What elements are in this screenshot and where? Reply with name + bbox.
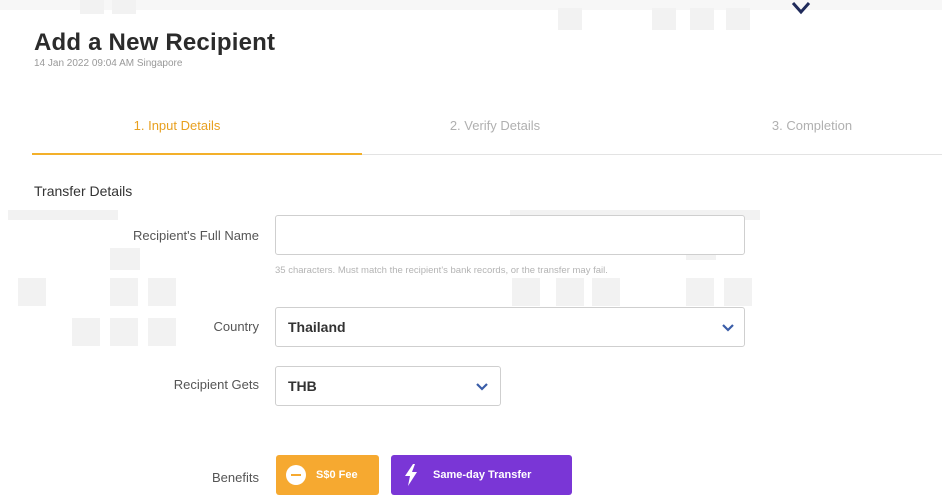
timestamp: 14 Jan 2022 09:04 AM Singapore: [34, 58, 183, 69]
placeholder-block: [592, 278, 620, 306]
page-header: Add a New Recipient 14 Jan 2022 09:04 AM…: [34, 28, 275, 70]
placeholder-block: [112, 0, 136, 14]
placeholder-block: [110, 278, 138, 306]
placeholder-block: [110, 248, 140, 270]
full-name-hint: 35 characters. Must match the recipient'…: [275, 265, 608, 276]
country-value: Thailand: [288, 319, 346, 335]
same-day-benefit-label: Same-day Transfer: [433, 469, 532, 481]
placeholder-block: [726, 8, 750, 30]
chevron-down-icon: [476, 383, 488, 391]
step-completion[interactable]: 3. Completion: [752, 118, 872, 133]
placeholder-block: [18, 278, 46, 306]
placeholder-block: [686, 278, 714, 306]
stepper: 1. Input Details 2. Verify Details 3. Co…: [32, 112, 942, 155]
placeholder-block: [690, 8, 714, 30]
chevron-down-icon: [722, 324, 734, 332]
full-name-input[interactable]: [275, 215, 745, 255]
placeholder-block: [8, 210, 118, 220]
chevron-down-icon: [791, 2, 811, 15]
active-step-indicator: [32, 153, 362, 155]
benefits-label: Benefits: [212, 470, 259, 485]
recipient-gets-value: THB: [288, 378, 317, 394]
placeholder-block: [512, 278, 540, 306]
country-label: Country: [213, 319, 259, 334]
step-input-details[interactable]: 1. Input Details: [117, 118, 237, 133]
placeholder-block: [80, 0, 104, 14]
full-name-label: Recipient's Full Name: [132, 228, 259, 243]
placeholder-block: [652, 8, 676, 30]
section-title: Transfer Details: [34, 183, 133, 199]
lightning-icon: [405, 464, 417, 486]
placeholder-block: [556, 278, 584, 306]
placeholder-block: [724, 278, 752, 306]
recipient-gets-select[interactable]: THB: [275, 366, 501, 406]
recipient-gets-label: Recipient Gets: [173, 377, 259, 392]
step-verify-details[interactable]: 2. Verify Details: [430, 118, 560, 133]
placeholder-block: [148, 278, 176, 306]
country-select[interactable]: Thailand: [275, 307, 745, 347]
same-day-benefit-badge: Same-day Transfer: [391, 455, 572, 495]
fee-icon: [286, 465, 306, 485]
fee-benefit-label: S$0 Fee: [316, 469, 358, 481]
placeholder-block: [558, 8, 582, 30]
page-title: Add a New Recipient: [34, 29, 276, 56]
fee-benefit-badge: S$0 Fee: [276, 455, 379, 495]
